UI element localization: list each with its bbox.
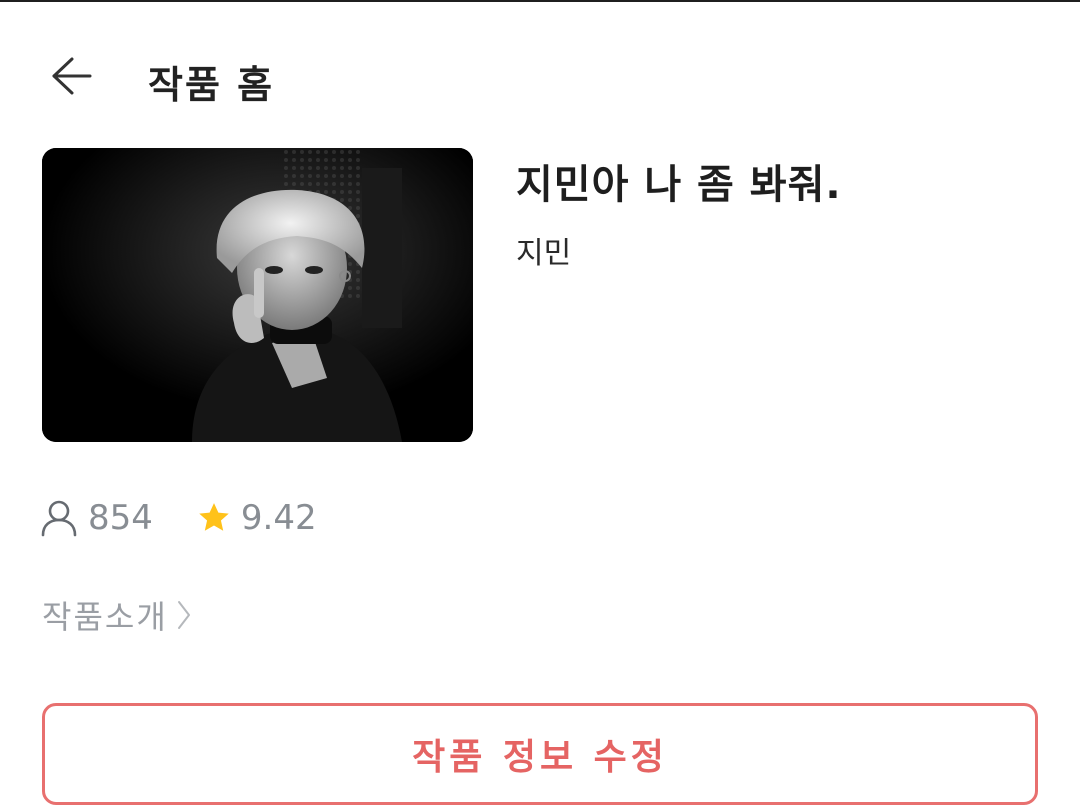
rating-stat: 9.42	[197, 498, 317, 538]
person-icon	[41, 500, 77, 537]
cover-illustration	[42, 148, 473, 442]
work-home-screen: 작품 홈 지민아 나 좀 봐줘. 지민 854 9.42 작품소개 작품 정보 …	[0, 0, 1080, 810]
work-title: 지민아 나 좀 봐줘.	[516, 162, 842, 208]
rating-value: 9.42	[240, 498, 317, 538]
page-title: 작품 홈	[148, 63, 275, 107]
header: 작품 홈	[0, 40, 1080, 112]
author-name: 지민	[516, 236, 572, 271]
cover-image[interactable]	[42, 148, 473, 442]
star-icon	[199, 503, 229, 531]
intro-label: 작품소개	[42, 598, 168, 636]
edit-button-label: 작품 정보 수정	[412, 737, 668, 778]
edit-work-info-button[interactable]: 작품 정보 수정	[42, 703, 1038, 805]
back-button[interactable]	[44, 52, 100, 100]
arrow-left-icon	[52, 57, 92, 95]
views-count: 854	[88, 498, 153, 538]
stats-row: 854 9.42	[40, 496, 317, 540]
chevron-right-icon	[176, 598, 192, 632]
views-stat: 854	[40, 498, 153, 538]
status-divider	[0, 0, 1080, 2]
intro-link[interactable]: 작품소개	[42, 592, 192, 638]
